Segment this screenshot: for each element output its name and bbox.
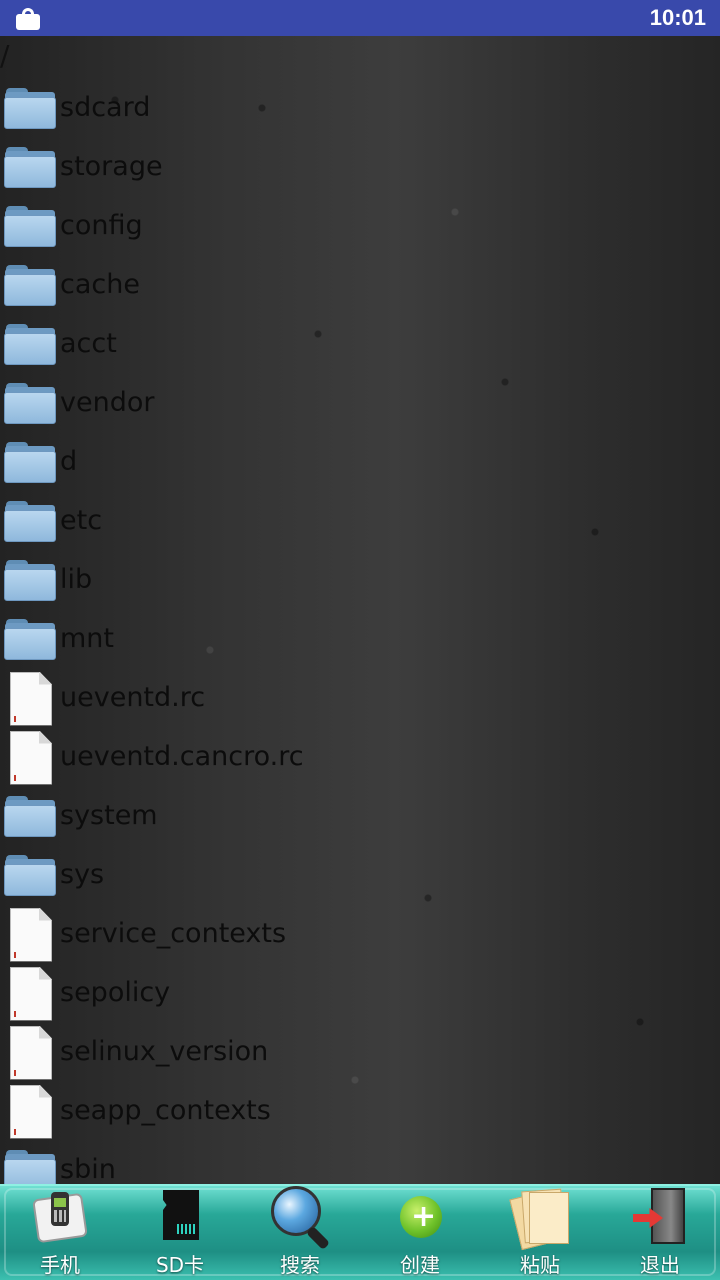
- folder-item[interactable]: sdcard: [0, 78, 720, 137]
- file-name: cache: [60, 269, 140, 300]
- search-button-label: 搜索: [280, 1253, 320, 1277]
- file-icon: [4, 966, 56, 1021]
- phone-button[interactable]: 手机: [0, 1186, 120, 1280]
- current-path: /: [0, 39, 10, 72]
- folder-icon: [4, 377, 56, 429]
- file-name: ueventd.cancro.rc: [60, 741, 304, 772]
- file-browser[interactable]: / sdcard storage config cache acct vendor d etc…: [0, 36, 720, 1184]
- file-item[interactable]: service_contexts: [0, 904, 720, 963]
- file-item[interactable]: ueventd.rc: [0, 668, 720, 727]
- file-item[interactable]: ueventd.cancro.rc: [0, 727, 720, 786]
- create-button[interactable]: + 创建: [360, 1186, 480, 1280]
- file-icon: [4, 1084, 56, 1139]
- file-name: sdcard: [60, 92, 151, 123]
- sd-card-icon: [149, 1186, 211, 1245]
- file-icon: [4, 671, 56, 726]
- file-name: lib: [60, 564, 93, 595]
- file-name: acct: [60, 328, 117, 359]
- file-name: ueventd.rc: [60, 682, 206, 713]
- file-item[interactable]: seapp_contexts: [0, 1081, 720, 1140]
- folder-icon: [4, 200, 56, 252]
- folder-item[interactable]: lib: [0, 550, 720, 609]
- create-icon: +: [389, 1186, 451, 1245]
- status-time: 10:01: [649, 5, 706, 30]
- folder-item[interactable]: d: [0, 432, 720, 491]
- exit-button[interactable]: 退出: [600, 1186, 720, 1280]
- file-name: d: [60, 446, 78, 477]
- folder-item[interactable]: sbin: [0, 1140, 720, 1184]
- file-name: config: [60, 210, 143, 241]
- sd-card-button-label: SD卡: [155, 1253, 205, 1277]
- paste-button-label: 粘贴: [520, 1253, 560, 1277]
- file-list: sdcard storage config cache acct vendor d etc li…: [0, 78, 720, 1184]
- folder-icon: [4, 495, 56, 547]
- file-name: vendor: [60, 387, 155, 418]
- folder-icon: [4, 82, 56, 134]
- folder-icon: [4, 554, 56, 606]
- file-icon: [4, 1025, 56, 1080]
- file-name: etc: [60, 505, 103, 536]
- file-name: service_contexts: [60, 918, 287, 949]
- folder-icon: [4, 259, 56, 311]
- folder-item[interactable]: etc: [0, 491, 720, 550]
- create-button-label: 创建: [400, 1253, 440, 1277]
- file-name: seapp_contexts: [60, 1095, 271, 1126]
- file-name: sepolicy: [60, 977, 171, 1008]
- file-icon: [4, 730, 56, 785]
- paste-icon: [509, 1186, 571, 1251]
- folder-item[interactable]: sys: [0, 845, 720, 904]
- file-item[interactable]: selinux_version: [0, 1022, 720, 1081]
- bottom-toolbar: 手机 SD卡 搜索 + 创建 粘贴 退出: [0, 1184, 720, 1280]
- folder-icon: [4, 141, 56, 193]
- folder-icon: [4, 849, 56, 901]
- exit-button-label: 退出: [640, 1253, 680, 1277]
- file-icon: [4, 907, 56, 962]
- folder-item[interactable]: mnt: [0, 609, 720, 668]
- status-bar: 10:01: [0, 0, 720, 36]
- folder-icon: [4, 1144, 56, 1184]
- shopping-bag-icon: [16, 8, 40, 30]
- folder-item[interactable]: storage: [0, 137, 720, 196]
- exit-icon: [629, 1186, 691, 1245]
- folder-icon: [4, 318, 56, 370]
- phone-button-label: 手机: [40, 1253, 80, 1277]
- paste-button[interactable]: 粘贴: [480, 1186, 600, 1280]
- file-item[interactable]: sepolicy: [0, 963, 720, 1022]
- sd-card-button[interactable]: SD卡: [120, 1186, 240, 1280]
- file-name: system: [60, 800, 158, 831]
- folder-item[interactable]: system: [0, 786, 720, 845]
- search-button[interactable]: 搜索: [240, 1186, 360, 1280]
- folder-item[interactable]: vendor: [0, 373, 720, 432]
- folder-icon: [4, 436, 56, 488]
- search-icon: [269, 1186, 331, 1251]
- file-name: storage: [60, 151, 163, 182]
- folder-item[interactable]: cache: [0, 255, 720, 314]
- folder-icon: [4, 790, 56, 842]
- folder-item[interactable]: config: [0, 196, 720, 255]
- file-name: mnt: [60, 623, 114, 654]
- file-name: sbin: [60, 1154, 116, 1184]
- folder-item[interactable]: acct: [0, 314, 720, 373]
- folder-icon: [4, 613, 56, 665]
- file-name: sys: [60, 859, 105, 890]
- phone-icon: [29, 1186, 91, 1245]
- file-name: selinux_version: [60, 1036, 269, 1067]
